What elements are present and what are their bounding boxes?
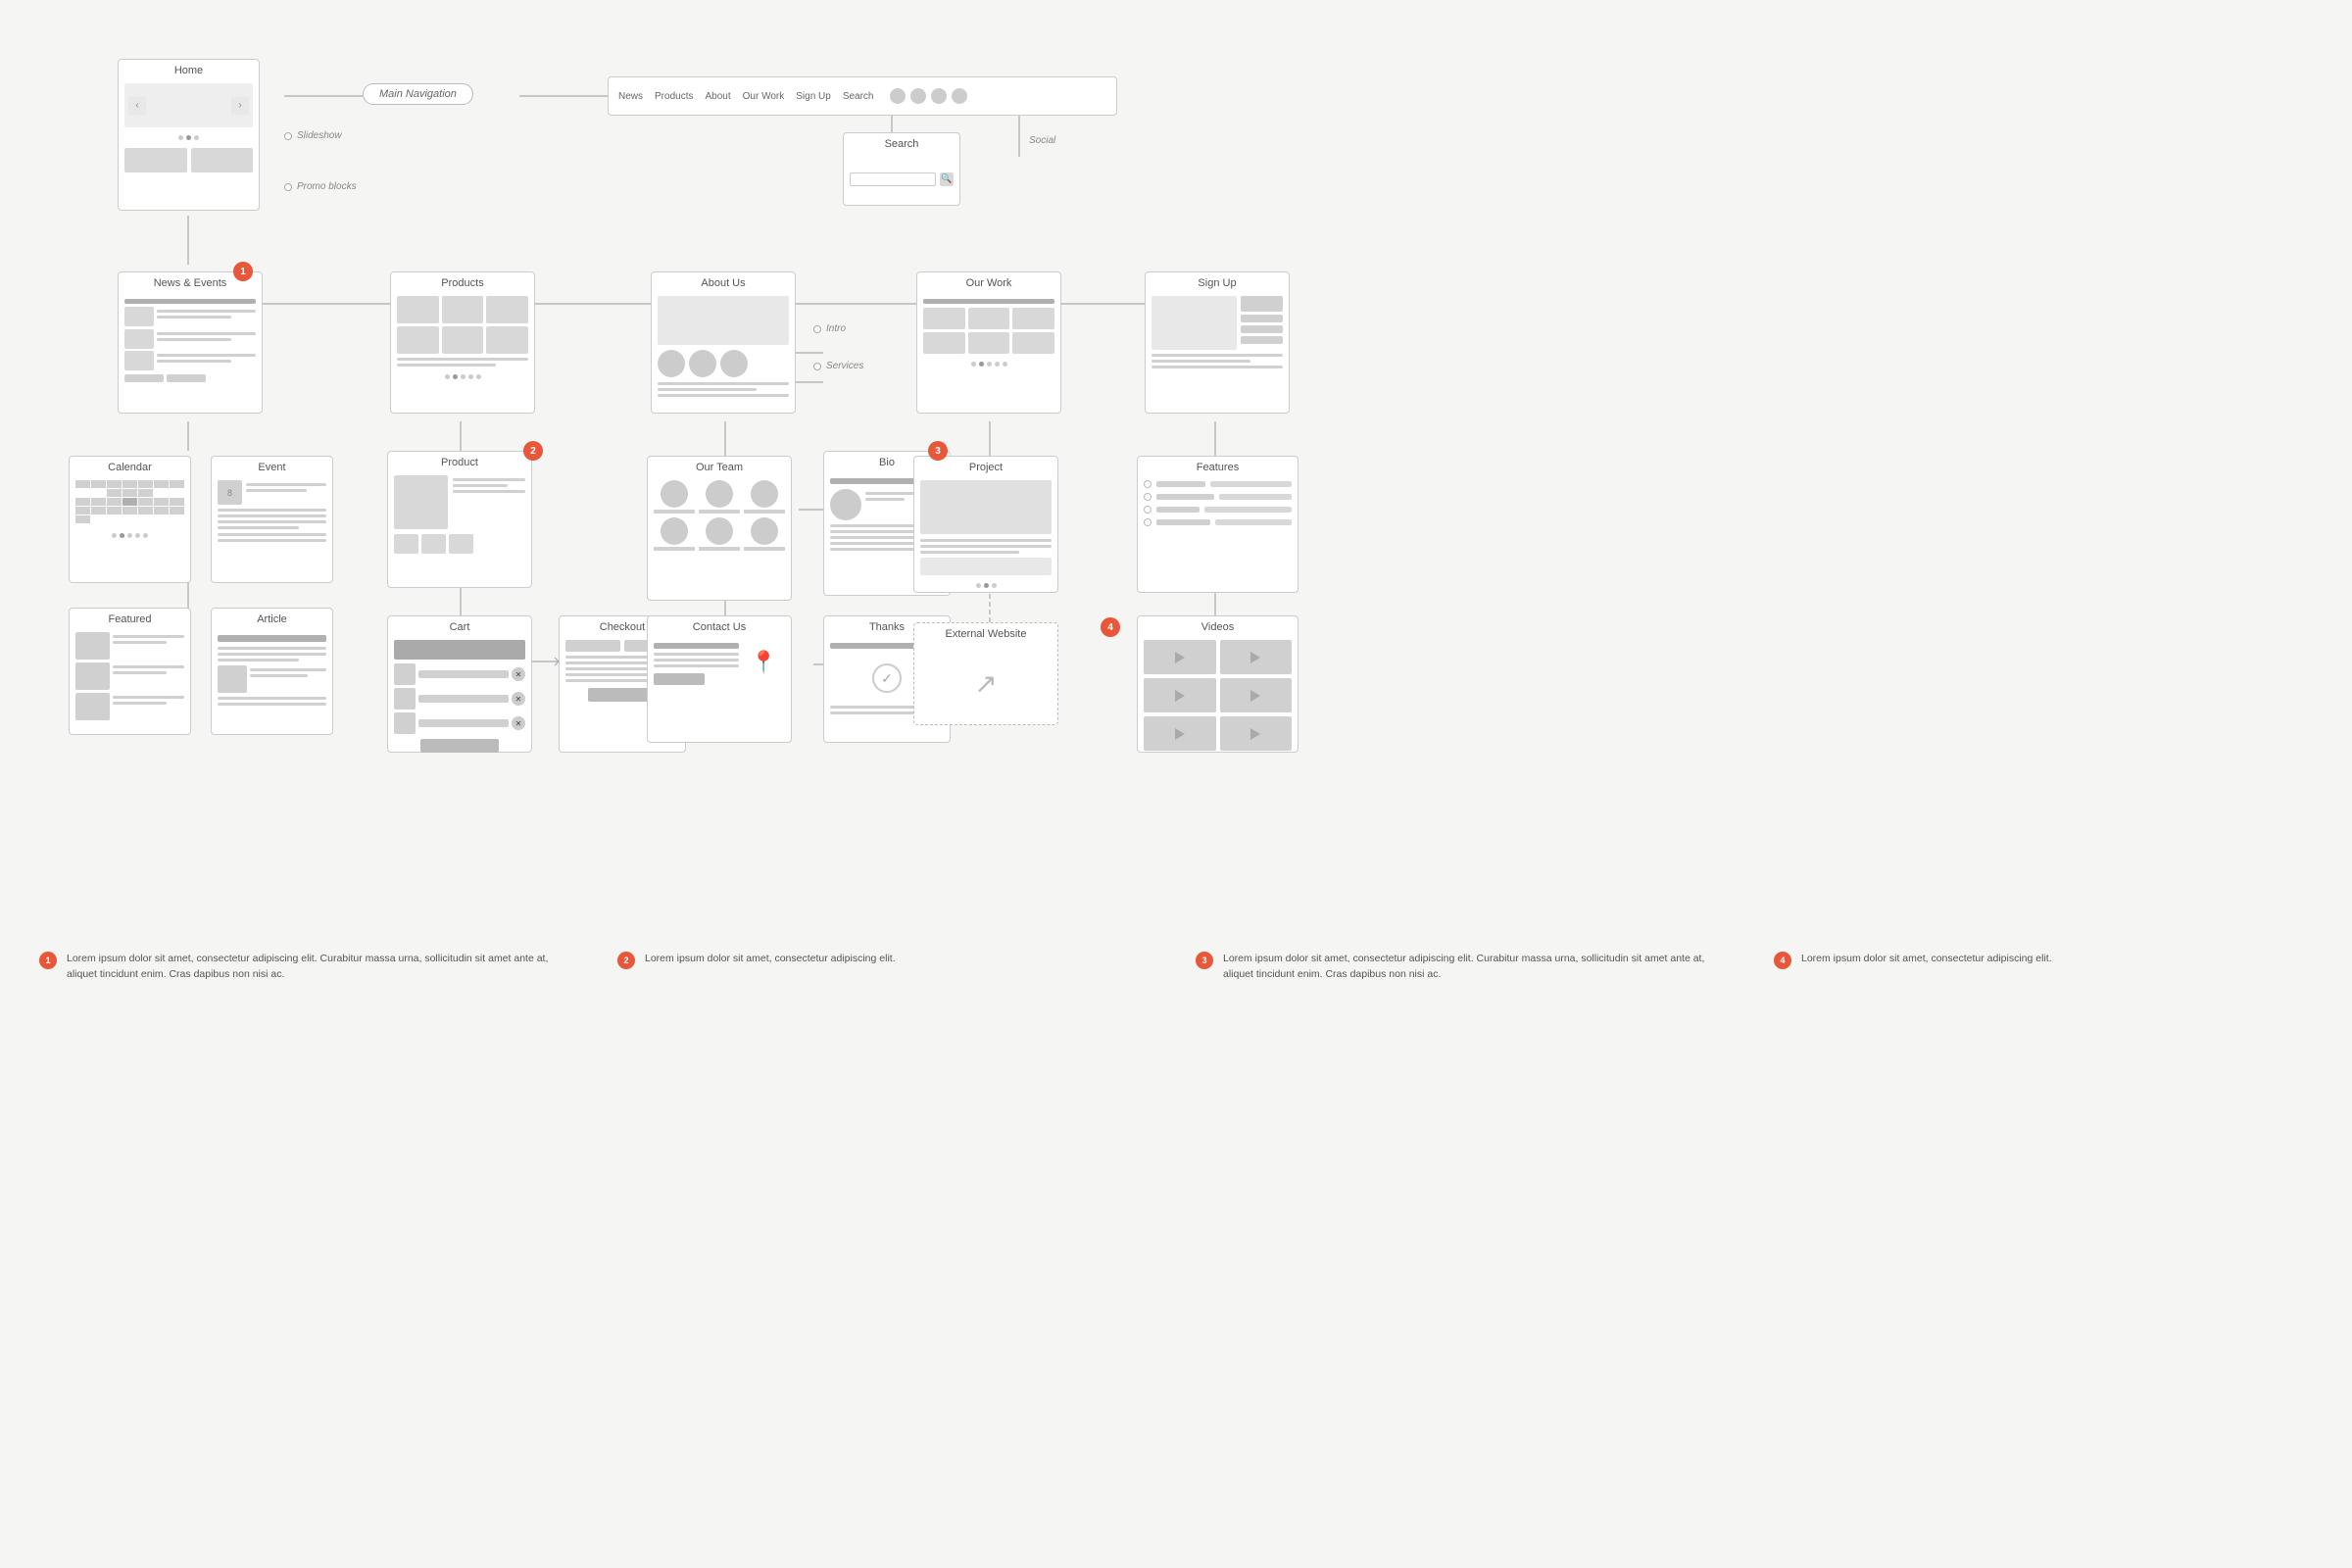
sign-up-card: Sign Up — [1145, 271, 1290, 414]
footnote-text-3: Lorem ipsum dolor sit amet, consectetur … — [1223, 951, 1735, 983]
footnote-1: 1 Lorem ipsum dolor sit amet, consectetu… — [39, 951, 578, 983]
project-card: Project — [913, 456, 1058, 593]
event-title: Event — [254, 457, 289, 476]
nav-item-news[interactable]: News — [618, 91, 643, 102]
main-nav-pill: Main Navigation — [363, 83, 473, 105]
videos-title: Videos — [1198, 616, 1238, 636]
our-work-card: Our Work — [916, 271, 1061, 414]
about-us-title: About Us — [697, 272, 749, 292]
news-events-title: News & Events — [150, 272, 231, 292]
nav-item-about[interactable]: About — [705, 91, 730, 102]
event-card: Event 8 — [211, 456, 333, 583]
footnote-3: 3 Lorem ipsum dolor sit amet, consectetu… — [1196, 951, 1735, 983]
nav-item-products[interactable]: Products — [655, 91, 693, 102]
article-title: Article — [253, 609, 291, 628]
slide-next[interactable]: › — [231, 97, 249, 115]
our-team-card: Our Team — [647, 456, 792, 601]
external-website-title: External Website — [942, 623, 1031, 643]
promo-blocks-label: Promo blocks — [284, 181, 357, 192]
checkout-title: Checkout — [596, 616, 649, 636]
footer-annotations: 1 Lorem ipsum dolor sit amet, consectetu… — [39, 931, 2313, 983]
external-website-card: External Website ↗ — [913, 622, 1058, 725]
article-card: Article — [211, 608, 333, 735]
footnote-text-4: Lorem ipsum dolor sit amet, consectetur … — [1801, 951, 2052, 966]
home-card: Home ‹ › — [118, 59, 260, 211]
search-title: Search — [881, 133, 923, 153]
footnote-4: 4 Lorem ipsum dolor sit amet, consectetu… — [1774, 951, 2313, 983]
badge-4: 4 — [1101, 617, 1120, 637]
about-us-card: About Us — [651, 271, 796, 414]
calendar-title: Calendar — [104, 457, 156, 476]
footnote-text-1: Lorem ipsum dolor sit amet, consectetur … — [67, 951, 578, 983]
features-title: Features — [1193, 457, 1243, 476]
bio-title: Bio — [875, 452, 899, 471]
footnote-2: 2 Lorem ipsum dolor sit amet, consectetu… — [617, 951, 1156, 983]
footnote-badge-4: 4 — [1774, 952, 1791, 969]
thanks-title: Thanks — [865, 616, 908, 636]
features-card: Features — [1137, 456, 1298, 593]
product-title: Product — [437, 452, 482, 471]
project-title: Project — [965, 457, 1006, 476]
calendar-card: Calendar — [69, 456, 191, 583]
videos-card: Videos — [1137, 615, 1298, 753]
contact-us-title: Contact Us — [689, 616, 750, 636]
cart-title: Cart — [446, 616, 474, 636]
featured-card: Featured — [69, 608, 191, 735]
badge-2: 2 — [523, 441, 543, 461]
sign-up-title: Sign Up — [1194, 272, 1240, 292]
news-events-card: News & Events — [118, 271, 263, 414]
intro-label: Intro — [813, 323, 846, 334]
home-title: Home — [171, 60, 207, 79]
footnote-text-2: Lorem ipsum dolor sit amet, consectetur … — [645, 951, 896, 966]
our-work-title: Our Work — [962, 272, 1016, 292]
social-label: Social — [1029, 132, 1055, 146]
badge-1: 1 — [233, 262, 253, 281]
contact-us-card: Contact Us 📍 — [647, 615, 792, 743]
services-label: Services — [813, 361, 863, 371]
featured-title: Featured — [104, 609, 155, 628]
nav-item-ourwork[interactable]: Our Work — [743, 91, 785, 102]
search-dropdown: Search 🔍 — [843, 132, 960, 206]
footnote-badge-3: 3 — [1196, 952, 1213, 969]
cart-card: Cart ✕ ✕ ✕ — [387, 615, 532, 753]
nav-pill-label: Main Navigation — [379, 88, 457, 100]
footnote-badge-1: 1 — [39, 952, 57, 969]
slide-prev[interactable]: ‹ — [128, 97, 146, 115]
footnote-badge-2: 2 — [617, 952, 635, 969]
nav-item-signup[interactable]: Sign Up — [796, 91, 831, 102]
products-card: Products — [390, 271, 535, 414]
nav-item-search[interactable]: Search — [843, 91, 874, 102]
nav-bar: News Products About Our Work Sign Up Sea… — [608, 76, 1117, 116]
products-title: Products — [437, 272, 487, 292]
our-team-title: Our Team — [692, 457, 747, 476]
social-icons — [890, 88, 967, 104]
product-card: Product — [387, 451, 532, 588]
slideshow-label: Slideshow — [284, 130, 342, 141]
badge-3: 3 — [928, 441, 948, 461]
